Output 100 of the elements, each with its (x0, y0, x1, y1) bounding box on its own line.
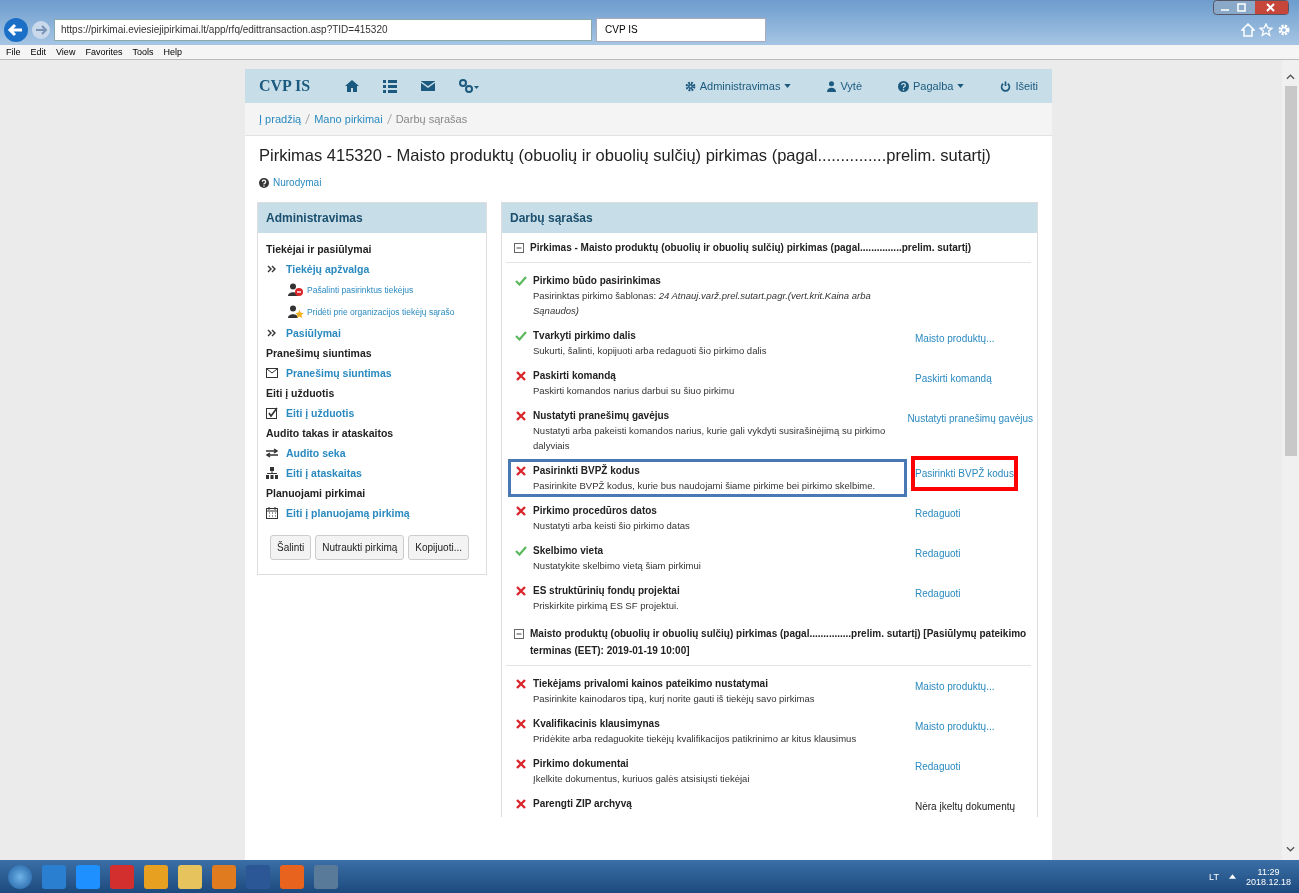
taskbar-app-icon[interactable] (178, 864, 202, 889)
user-star-icon (288, 305, 304, 319)
task-title: Pirkimo būdo pasirinkimas (533, 274, 662, 288)
task-action-link[interactable]: Redaguoti (915, 761, 961, 772)
tray-arrow-icon[interactable] (1228, 874, 1236, 879)
task-description: Įkelkite dokumentus, kuriuos galės atsisiųsti tiekėjai (533, 772, 750, 786)
chevrons-icon (266, 329, 278, 337)
action-button[interactable]: Kopijuoti... (408, 535, 469, 560)
clock-time: 11:29 (1257, 866, 1280, 877)
task-title: Kvalifikacinis klausimynas (533, 717, 661, 731)
calendar-icon (266, 507, 278, 519)
back-button[interactable] (4, 18, 28, 42)
task-action-link[interactable]: Maisto produktų... (915, 333, 995, 344)
group-title: Pirkimas - Maisto produktų (obuolių ir obuolių sulčių) pirkimas (pagal...............prelim. sutartį) (530, 241, 972, 255)
power-icon (1000, 80, 1012, 92)
task-description: Nustatyti arba pakeisti komandos narius, kurie gali vykdyti susirašinėjimą su pirkimo dalyviais (533, 424, 887, 453)
sidebar-sublink[interactable]: Pridėti prie organizacijos tiekėjų sąrašo (307, 307, 455, 317)
star-icon[interactable] (1259, 23, 1273, 37)
section-heading: Planuojami pirkimai (266, 486, 367, 501)
task-title: Parengti ZIP archyvą (533, 797, 632, 811)
sidebar-link[interactable]: Pranešimų siuntimas (286, 367, 392, 379)
task-action-link[interactable]: Redaguoti (915, 508, 961, 519)
nav-link[interactable]: Administravimas (699, 80, 781, 92)
link-icon[interactable] (458, 78, 481, 94)
envelope-icon[interactable] (420, 78, 437, 94)
task-title: Tvarkyti pirkimo dalis (533, 329, 637, 343)
task-title: Tiekėjams privalomi kainos pateikimo nustatymai (533, 677, 769, 691)
sidebar-sublink[interactable]: Pašalinti pasirinktus tiekėjus (307, 285, 414, 295)
page-title: Pirkimas 415320 - Maisto produktų (obuolių ir obuolių sulčių) pirkimas (pagal...............prelim. sutartį) (259, 146, 992, 165)
task-title: Skelbimo vieta (533, 544, 605, 558)
task-action-link[interactable]: Redaguoti (915, 588, 961, 599)
start-button[interactable] (8, 864, 32, 889)
taskbar-app-icon[interactable] (212, 864, 236, 889)
action-button[interactable]: Šalinti (270, 535, 312, 560)
envelope-icon (266, 368, 278, 378)
collapse-icon[interactable] (514, 629, 524, 639)
task-title: Paskirti komandą (533, 369, 617, 383)
group-title: Maisto produktų (obuolių ir obuolių sulčių) pirkimas (pagal...............prelim. sutartį) [Pasiūlymų pateikimo terminas (EET): 2019-01-19 10:00] (530, 627, 1027, 658)
section-heading: Eiti į užduotis (266, 386, 336, 401)
scrollbar[interactable] (1282, 60, 1299, 860)
task-action-link[interactable]: Pasirinkti BVPŽ kodus (911, 456, 1018, 491)
breadcrumb-item: Darbų sąrašas (395, 113, 468, 125)
menu-item[interactable]: Tools (132, 45, 154, 59)
menu-item[interactable]: File (6, 45, 21, 59)
settings-icon[interactable] (1277, 23, 1291, 37)
taskbar-app-icon[interactable] (76, 864, 100, 889)
menu-item[interactable]: View (56, 45, 76, 59)
window-controls[interactable] (1213, 0, 1289, 15)
breadcrumb-item[interactable]: Į pradžią (259, 113, 302, 125)
nav-link[interactable]: Pagalba (913, 80, 954, 92)
nav-link[interactable]: Išeiti (1015, 80, 1038, 92)
scroll-up-icon[interactable] (1286, 74, 1295, 80)
home-icon[interactable] (344, 78, 361, 94)
task-description: Pridėkite arba redaguokite tiekėjų kvalifikacijos patikrinimo ar kitus klausimus (533, 732, 857, 746)
sidebar-link[interactable]: Tiekėjų apžvalga (286, 263, 370, 275)
task-title: ES struktūrinių fondų projektai (533, 584, 680, 598)
home-icon[interactable] (1241, 23, 1255, 37)
language-indicator[interactable]: LT (1209, 871, 1219, 882)
action-button[interactable]: Nutraukti pirkimą (315, 535, 405, 560)
menu-item[interactable]: Favorites (85, 45, 123, 59)
task-description: Nustatykite skelbimo vietą šiam pirkimui (533, 559, 701, 573)
sidebar-link[interactable]: Audito seka (286, 447, 346, 459)
taskbar-app-icon[interactable] (280, 864, 304, 889)
help-link[interactable]: Nurodymai (273, 177, 322, 188)
task-action-link[interactable]: Maisto produktų... (915, 721, 995, 732)
arrows-icon (266, 448, 278, 458)
sitemap-icon (266, 467, 278, 479)
task-description: Priskirkite pirkimą ES SF projektui. (533, 599, 680, 613)
browser-tab[interactable]: CVP IS (596, 18, 766, 42)
task-action-link[interactable]: Redaguoti (915, 548, 961, 559)
sidebar-link[interactable]: Eiti į užduotis (286, 407, 355, 419)
task-title: Pirkimo procedūros datos (533, 504, 658, 518)
task-action-link[interactable]: Maisto produktų... (915, 681, 995, 692)
sidebar-link[interactable]: Pasiūlymai (286, 327, 341, 339)
brand-logo[interactable]: CVP IS (259, 77, 311, 95)
user-remove-icon (288, 283, 304, 297)
checkbox-icon (266, 407, 278, 419)
taskbar-app-icon[interactable] (144, 864, 168, 889)
gear-icon (684, 80, 696, 92)
task-action-link[interactable]: Nustatyti pranešimų gavėjus (907, 413, 1033, 424)
menu-item[interactable]: Help (163, 45, 182, 59)
section-heading: Pranešimų siuntimas (266, 346, 373, 361)
forward-button[interactable] (32, 21, 50, 39)
task-action-link[interactable]: Paskirti komandą (915, 373, 992, 384)
nav-link[interactable]: Vytė (840, 80, 862, 92)
panel-title: Administravimas (258, 203, 486, 233)
task-description: Pasirinkite kainodaros tipą, kurį norite gauti iš tiekėjų savo pirkimas (533, 692, 815, 706)
breadcrumb-item[interactable]: Mano pirkimai (314, 113, 383, 125)
panel-title: Darbų sąrašas (502, 203, 1037, 233)
list-icon[interactable] (382, 78, 399, 94)
sidebar-link[interactable]: Eiti į ataskaitas (286, 467, 362, 479)
scroll-down-icon[interactable] (1286, 846, 1295, 852)
address-bar[interactable]: https://pirkimai.eviesiejipirkimai.lt/app/rfq/edittransaction.asp?TID=415320 (54, 19, 592, 41)
help-icon (898, 80, 909, 92)
menu-item[interactable]: Edit (30, 45, 47, 59)
task-title: Nustatyti pranešimų gavėjus (533, 409, 671, 423)
sidebar-link[interactable]: Eiti į planuojamą pirkimą (286, 507, 410, 519)
collapse-icon[interactable] (514, 243, 524, 253)
task-description: Pasirinktas pirkimo šablonas: 24 Atnauj.varž.prel.sutart.pagr.(vert.krit.Kaina arba Sąnaudos) (533, 289, 872, 318)
task-title: Pasirinkti BVPŽ kodus (533, 463, 641, 478)
